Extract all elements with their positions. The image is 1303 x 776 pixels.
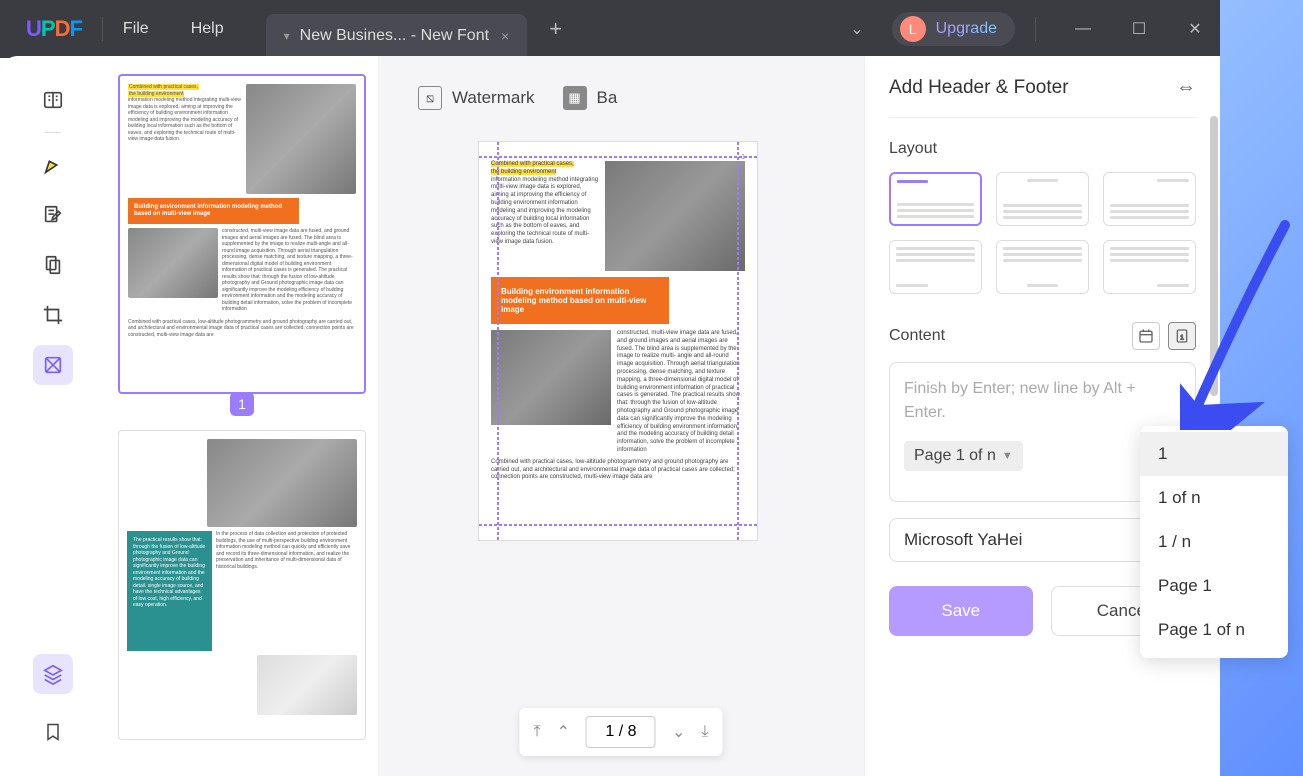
menu-file[interactable]: File bbox=[123, 20, 149, 38]
content-label: Content bbox=[889, 327, 945, 345]
upgrade-label: Upgrade bbox=[936, 20, 997, 38]
user-avatar: L bbox=[900, 16, 926, 42]
upgrade-button[interactable]: L Upgrade bbox=[892, 12, 1015, 46]
watermark-tool[interactable]: ⧅ Watermark bbox=[418, 86, 535, 110]
new-tab-button[interactable]: + bbox=[549, 16, 562, 42]
titlebar: UPDF File Help ▾ New Busines... - New Fo… bbox=[0, 0, 1220, 58]
preview-image-2 bbox=[491, 330, 611, 425]
thumbnail-callout: Building environment information modelin… bbox=[128, 198, 299, 224]
left-rail bbox=[0, 56, 106, 776]
header-footer-panel: Add Header & Footer ⇔ Layout bbox=[864, 56, 1220, 776]
main-canvas: ⧅ Watermark ▦ Ba 1 Combined with practic… bbox=[378, 56, 864, 776]
edit-icon[interactable] bbox=[33, 195, 73, 235]
tab-close-icon[interactable]: × bbox=[501, 28, 509, 44]
layout-option-6[interactable] bbox=[1103, 240, 1196, 294]
app-body: Combined with practical cases, the build… bbox=[0, 56, 1220, 776]
font-select[interactable]: Microsoft YaHei bbox=[904, 530, 1130, 550]
divider bbox=[102, 17, 103, 41]
content-placeholder: Finish by Enter; new line by Alt + Enter… bbox=[904, 377, 1181, 425]
window-controls: — ☐ ✕ bbox=[1068, 19, 1210, 39]
crop-icon[interactable] bbox=[33, 295, 73, 335]
thumbnail-page-2[interactable]: The practical results show that: through… bbox=[118, 430, 366, 740]
page-tools-toolbar: ⧅ Watermark ▦ Ba bbox=[398, 76, 844, 120]
reader-mode-icon[interactable] bbox=[33, 80, 73, 120]
layout-option-1[interactable] bbox=[889, 172, 982, 226]
expand-panel-icon[interactable]: ⇔ bbox=[1176, 76, 1196, 99]
page-number-format-dropdown: 1 1 of n 1 / n Page 1 Page 1 of n bbox=[1140, 426, 1288, 658]
panel-title: Add Header & Footer bbox=[889, 77, 1069, 99]
page-number-tag[interactable]: Page 1 of n ▼ bbox=[904, 441, 1023, 471]
background-icon: ▦ bbox=[563, 86, 587, 110]
dropdown-option-1-of-n[interactable]: 1 of n bbox=[1140, 476, 1288, 520]
svg-text:1: 1 bbox=[1180, 335, 1184, 341]
preview-image bbox=[605, 161, 745, 271]
insert-page-number-icon[interactable]: 1 bbox=[1168, 322, 1196, 350]
page-navigator: ⤒ ⌃ 1 / 8 ⌄ ⤓ bbox=[520, 708, 723, 756]
page-indicator[interactable]: 1 / 8 bbox=[586, 716, 656, 748]
prev-page-button[interactable]: ⌃ bbox=[557, 722, 570, 742]
thumbnail-page-1[interactable]: Combined with practical cases, the build… bbox=[118, 74, 366, 394]
dropdown-option-page-1-of-n[interactable]: Page 1 of n bbox=[1140, 608, 1288, 652]
dropdown-option-page-1[interactable]: Page 1 bbox=[1140, 564, 1288, 608]
watermark-icon: ⧅ bbox=[418, 86, 442, 110]
page-tools-icon[interactable] bbox=[33, 345, 73, 385]
dropdown-option-1[interactable]: 1 bbox=[1140, 432, 1288, 476]
save-button[interactable]: Save bbox=[889, 586, 1033, 636]
layout-label: Layout bbox=[889, 140, 1196, 158]
background-tool[interactable]: ▦ Ba bbox=[563, 86, 618, 110]
menu-help[interactable]: Help bbox=[191, 20, 224, 38]
app-window: UPDF File Help ▾ New Busines... - New Fo… bbox=[0, 0, 1220, 776]
next-page-button[interactable]: ⌄ bbox=[672, 722, 685, 742]
bookmark-icon[interactable] bbox=[33, 712, 73, 752]
first-page-button[interactable]: ⤒ bbox=[534, 723, 541, 741]
document-tab[interactable]: ▾ New Busines... - New Font × bbox=[266, 14, 528, 58]
organize-icon[interactable] bbox=[33, 245, 73, 285]
tab-title: New Busines... - New Font bbox=[300, 27, 489, 45]
thumbnail-page-number: 1 bbox=[230, 392, 254, 416]
window-close[interactable]: ✕ bbox=[1180, 19, 1210, 39]
preview-callout: Building environment information modelin… bbox=[491, 277, 669, 324]
app-logo: UPDF bbox=[26, 16, 82, 42]
layers-icon[interactable] bbox=[33, 654, 73, 694]
last-page-button[interactable]: ⤓ bbox=[701, 723, 708, 741]
window-maximize[interactable]: ☐ bbox=[1124, 19, 1154, 39]
layout-option-5[interactable] bbox=[996, 240, 1089, 294]
layout-option-4[interactable] bbox=[889, 240, 982, 294]
window-minimize[interactable]: — bbox=[1068, 20, 1098, 38]
layout-option-3[interactable] bbox=[1103, 172, 1196, 226]
divider bbox=[1035, 17, 1036, 41]
page-preview[interactable]: 1 Combined with practical cases, the bui… bbox=[478, 141, 758, 541]
insert-date-icon[interactable] bbox=[1132, 322, 1160, 350]
tab-chevron-icon: ▾ bbox=[284, 29, 290, 43]
dropdown-option-1-slash-n[interactable]: 1 / n bbox=[1140, 520, 1288, 564]
tabs-overflow-icon[interactable]: ⌄ bbox=[850, 19, 863, 39]
comment-icon[interactable] bbox=[33, 145, 73, 185]
panel-scrollbar[interactable] bbox=[1210, 116, 1218, 396]
layout-option-2[interactable] bbox=[996, 172, 1089, 226]
layout-options bbox=[889, 172, 1196, 294]
thumbnails-panel: Combined with practical cases, the build… bbox=[106, 56, 378, 776]
tag-chevron-icon: ▼ bbox=[1002, 450, 1013, 462]
